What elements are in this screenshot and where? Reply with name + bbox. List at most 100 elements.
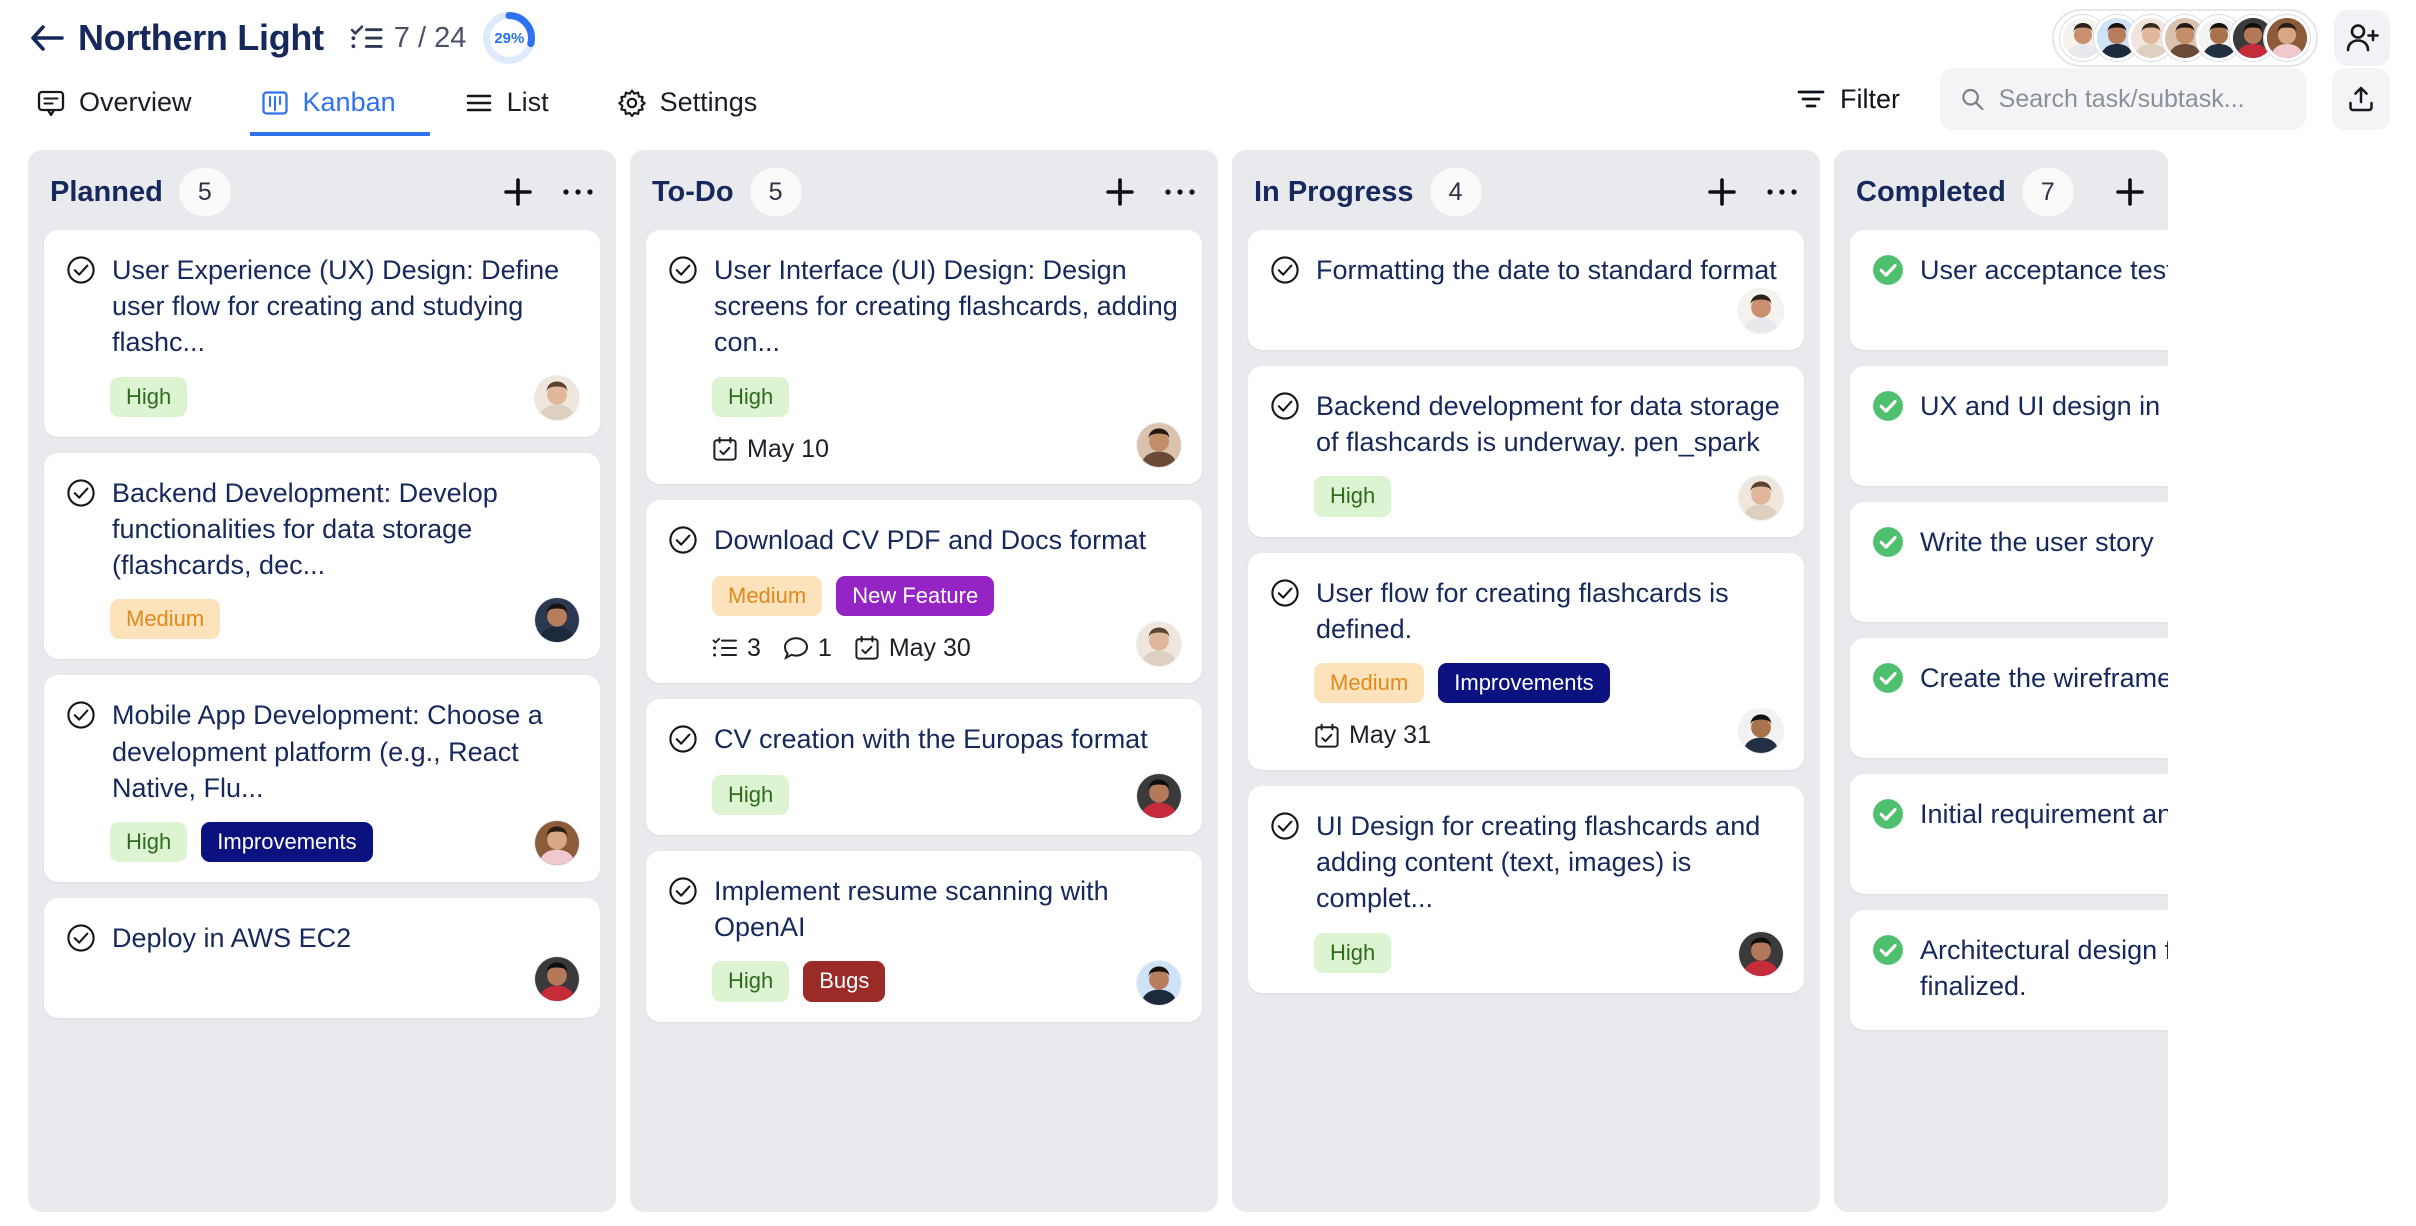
column-title: To-Do (652, 175, 734, 208)
task-complete-toggle[interactable] (1270, 811, 1300, 846)
task-progress-group: 7 / 24 (350, 21, 467, 55)
due-date: May 10 (712, 435, 829, 464)
tab-list[interactable]: List (454, 87, 583, 136)
column-menu-button[interactable] (562, 186, 594, 198)
column-menu-button[interactable] (1766, 186, 1798, 198)
column-header: In Progress 4 (1232, 150, 1820, 230)
task-badges: High Bugs (712, 961, 1178, 1002)
task-card[interactable]: Backend development for data storage of … (1248, 366, 1804, 537)
task-card[interactable]: Architectural design for the application… (1850, 910, 2168, 1030)
task-assignee-avatar[interactable] (1136, 959, 1182, 1006)
add-card-button[interactable] (1104, 176, 1136, 208)
task-complete-toggle[interactable] (66, 923, 96, 958)
plus-icon (1708, 178, 1736, 206)
task-card[interactable]: Mobile App Development: Choose a develop… (44, 675, 600, 883)
task-count-label: 7 / 24 (393, 21, 467, 54)
task-badges: High (712, 376, 1178, 417)
task-title: Implement resume scanning with OpenAI (714, 876, 1109, 943)
column-header: To-Do 5 (630, 150, 1218, 230)
task-card[interactable]: User flow for creating flashcards is def… (1248, 552, 1804, 771)
add-card-button[interactable] (2114, 176, 2146, 208)
comment-icon (783, 637, 808, 661)
search-input[interactable] (1998, 84, 2286, 114)
tab-label: Settings (659, 87, 758, 117)
task-assignee-avatar[interactable] (1738, 474, 1784, 521)
task-completed-toggle[interactable] (1872, 934, 1904, 971)
task-complete-toggle[interactable] (1270, 255, 1300, 290)
back-button[interactable] (26, 17, 68, 59)
avatar-image (1137, 774, 1181, 819)
task-complete-toggle[interactable] (66, 255, 96, 290)
task-assignee-avatar[interactable] (1738, 708, 1784, 755)
avatar[interactable] (2264, 15, 2310, 61)
gear-icon (617, 89, 646, 117)
task-completed-toggle[interactable] (1872, 662, 1904, 699)
kanban-column-in-progress: In Progress 4 Formatting the date to stand… (1232, 150, 1820, 1212)
task-card[interactable]: User acceptance testing (1850, 230, 2168, 350)
tab-overview[interactable]: Overview (26, 87, 226, 136)
task-card[interactable]: Backend Development: Develop functionali… (44, 452, 600, 660)
tab-label: List (506, 87, 549, 117)
export-button[interactable] (2332, 68, 2390, 130)
column-title: Completed (1856, 175, 2006, 208)
task-title: Architectural design for the application… (1920, 935, 2168, 1002)
task-completed-toggle[interactable] (1872, 254, 1904, 291)
filter-button[interactable]: Filter (1786, 78, 1910, 121)
list-icon (464, 88, 494, 118)
task-assignee-avatar[interactable] (534, 374, 580, 421)
add-card-button[interactable] (502, 176, 534, 208)
priority-badge: High (1314, 932, 1392, 973)
task-assignee-avatar[interactable] (1136, 421, 1182, 468)
tab-kanban[interactable]: Kanban (249, 87, 430, 136)
task-completed-toggle[interactable] (1872, 526, 1904, 563)
task-card[interactable]: CV creation with the Europas format High (646, 698, 1202, 836)
task-completed-toggle[interactable] (1872, 390, 1904, 427)
task-card[interactable]: Implement resume scanning with OpenAI Hig… (646, 851, 1202, 1022)
check-circle-icon (669, 877, 697, 905)
task-card[interactable]: Create the wireframe (1850, 638, 2168, 758)
completed-check-icon (1873, 799, 1903, 829)
task-card[interactable]: Formatting the date to standard format (1248, 230, 1804, 350)
column-count-badge: 4 (1429, 168, 1482, 216)
task-card[interactable]: UI Design for creating flashcards and ad… (1248, 786, 1804, 993)
task-title: UX and UI design in Figma (1920, 391, 2168, 421)
task-card[interactable]: Deploy in AWS EC2 (44, 898, 600, 1019)
task-assignee-avatar[interactable] (1136, 620, 1182, 667)
task-complete-toggle[interactable] (1270, 578, 1300, 613)
task-card[interactable]: Download CV PDF and Docs format Medium New… (646, 499, 1202, 683)
search-box[interactable] (1940, 68, 2306, 130)
column-header: Completed 7 (1834, 150, 2168, 230)
list-icon (466, 94, 491, 111)
member-avatar-stack[interactable] (2052, 9, 2318, 67)
add-member-button[interactable] (2334, 10, 2390, 66)
column-menu-button[interactable] (1164, 186, 1196, 198)
task-card[interactable]: User Experience (UX) Design: Define user… (44, 230, 600, 437)
task-complete-toggle[interactable] (668, 724, 698, 759)
task-title: Backend Development: Develop functionali… (112, 477, 498, 581)
task-card[interactable]: User Interface (UI) Design: Design scree… (646, 230, 1202, 484)
task-card[interactable]: Write the user story (1850, 502, 2168, 622)
task-assignee-avatar[interactable] (534, 956, 580, 1003)
task-complete-toggle[interactable] (1270, 391, 1300, 426)
task-complete-toggle[interactable] (668, 876, 698, 911)
column-actions (502, 176, 594, 208)
task-completed-toggle[interactable] (1872, 798, 1904, 835)
task-complete-toggle[interactable] (66, 478, 96, 513)
column-header: Planned 5 (28, 150, 616, 230)
comment-box-icon (36, 88, 66, 118)
task-title: User flow for creating flashcards is def… (1316, 577, 1729, 644)
task-assignee-avatar[interactable] (1738, 288, 1784, 334)
task-assignee-avatar[interactable] (1136, 773, 1182, 820)
add-card-button[interactable] (1706, 176, 1738, 208)
task-complete-toggle[interactable] (668, 525, 698, 560)
task-assignee-avatar[interactable] (534, 820, 580, 867)
avatar-image (1739, 931, 1783, 976)
task-card[interactable]: Initial requirement analysis (1850, 774, 2168, 894)
task-assignee-avatar[interactable] (1738, 930, 1784, 977)
task-complete-toggle[interactable] (668, 255, 698, 290)
avatar-image (535, 957, 579, 1002)
task-card[interactable]: UX and UI design in Figma (1850, 366, 2168, 486)
page-title: Northern Light (78, 17, 324, 58)
task-complete-toggle[interactable] (66, 700, 96, 735)
tab-settings[interactable]: Settings (607, 87, 792, 136)
